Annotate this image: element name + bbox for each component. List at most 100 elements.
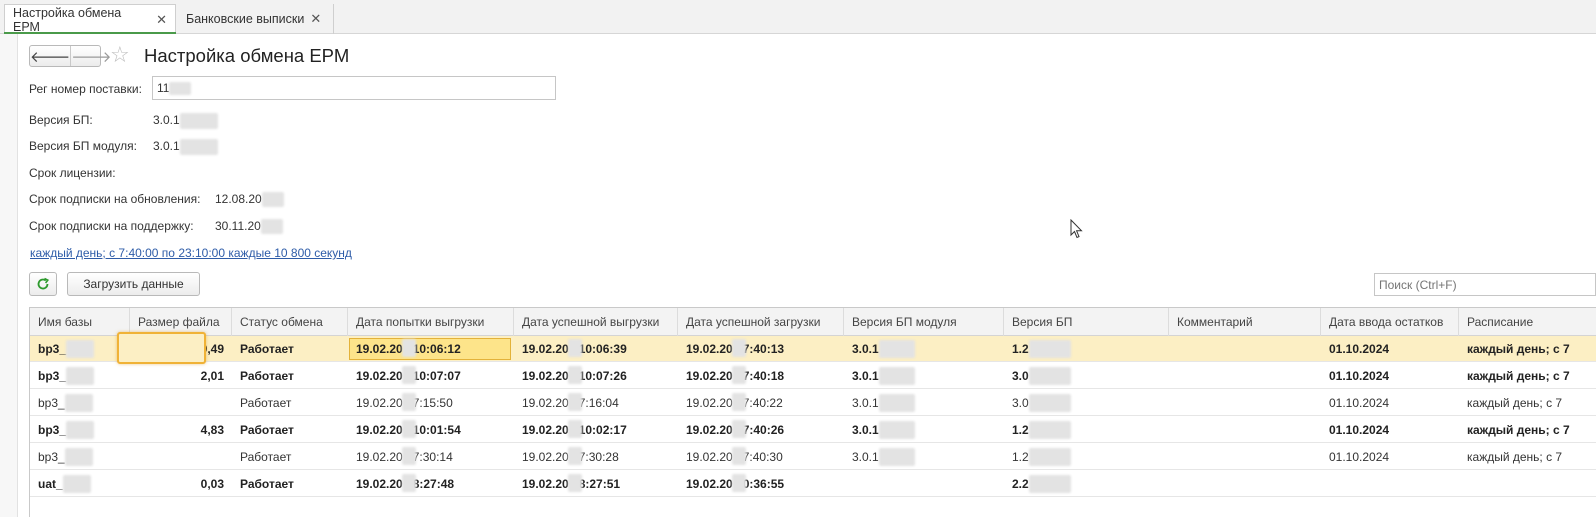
favorite-star-icon[interactable]: ☆ bbox=[110, 42, 130, 68]
table-cell[interactable]: Работает bbox=[232, 336, 348, 362]
table-row[interactable]: bp3_ 9,49 Работает 19.02.20 10:06:12 19.02.2… bbox=[30, 336, 1596, 362]
table-cell[interactable]: 0,03 bbox=[130, 471, 232, 497]
redacted-block bbox=[732, 474, 746, 492]
table-cell[interactable] bbox=[1169, 417, 1321, 443]
redacted-block bbox=[62, 475, 91, 493]
tab-bank-statements[interactable]: Банковские выписки ✕ bbox=[178, 4, 334, 34]
table-cell[interactable]: каждый день; с 7 bbox=[1459, 336, 1596, 362]
table-cell[interactable] bbox=[1169, 336, 1321, 362]
column-header[interactable]: Статус обмена bbox=[232, 308, 348, 336]
table-cell[interactable]: 19.02.20 8:27:48 bbox=[348, 471, 514, 497]
table-cell[interactable]: 01.10.2024 bbox=[1321, 390, 1459, 416]
search-input[interactable] bbox=[1374, 273, 1596, 296]
table-cell[interactable]: 19.02.20 7:30:14 bbox=[348, 444, 514, 470]
table-cell[interactable]: 01.10.2024 bbox=[1321, 363, 1459, 389]
column-header[interactable]: Дата успешной выгрузки bbox=[514, 308, 678, 336]
column-header[interactable]: Комментарий bbox=[1169, 308, 1321, 336]
column-header[interactable]: Дата попытки выгрузки bbox=[348, 308, 514, 336]
table-cell[interactable]: bp3_ bbox=[30, 444, 130, 470]
table-cell[interactable]: 3.0 bbox=[1004, 363, 1169, 389]
table-cell[interactable]: Работает bbox=[232, 444, 348, 470]
left-gutter bbox=[0, 34, 18, 517]
table-cell[interactable]: 1.2 bbox=[1004, 336, 1169, 362]
table-row[interactable]: bp3_ 4,83 Работает 19.02.20 10:01:54 19.02.2… bbox=[30, 417, 1596, 443]
tab-bar: Настройка обмена ЕРМ ✕ Банковские выписк… bbox=[0, 0, 1596, 34]
column-header[interactable]: Дата ввода остатков bbox=[1321, 308, 1459, 336]
bp-version-label: Версия БП: bbox=[29, 113, 93, 127]
table-cell[interactable] bbox=[1169, 363, 1321, 389]
table-cell[interactable]: bp3_ bbox=[30, 363, 130, 389]
table-cell[interactable]: 01.10.2024 bbox=[1321, 336, 1459, 362]
table-cell[interactable]: 19.02.20 7:40:26 bbox=[678, 417, 844, 443]
table-cell[interactable] bbox=[1169, 444, 1321, 470]
table-row[interactable]: bp3_ 2,01 Работает 19.02.20 10:07:07 19.02.2… bbox=[30, 363, 1596, 389]
table-cell[interactable]: 3.0.1 bbox=[844, 417, 1004, 443]
table-cell[interactable]: bp3_ bbox=[30, 336, 130, 362]
table-cell[interactable]: каждый день; с 7 bbox=[1459, 417, 1596, 443]
table-row[interactable]: uat_ 0,03 Работает 19.02.20 8:27:48 19.02.20… bbox=[30, 471, 1596, 497]
table-cell[interactable]: 19.02.20 7:40:22 bbox=[678, 390, 844, 416]
tab-erm-exchange-settings[interactable]: Настройка обмена ЕРМ ✕ bbox=[4, 4, 176, 34]
table-cell[interactable]: каждый день; с 7 bbox=[1459, 390, 1596, 416]
table-cell[interactable]: 01.10.2024 bbox=[1321, 417, 1459, 443]
table-row[interactable]: bp3_ Работает 19.02.20 7:30:14 19.02.20 7:3… bbox=[30, 444, 1596, 470]
table-cell[interactable]: 19.02.20 10:02:17 bbox=[514, 417, 678, 443]
table-cell[interactable]: Работает bbox=[232, 471, 348, 497]
redacted-block bbox=[66, 367, 95, 385]
table-cell[interactable]: 19.02.20 8:27:51 bbox=[514, 471, 678, 497]
table-cell[interactable]: 2.2 bbox=[1004, 471, 1169, 497]
table-cell[interactable] bbox=[1169, 471, 1321, 497]
table-cell[interactable] bbox=[130, 390, 232, 416]
load-data-button[interactable]: Загрузить данные bbox=[67, 272, 200, 296]
table-cell[interactable]: Работает bbox=[232, 363, 348, 389]
tab-label: Настройка обмена ЕРМ bbox=[13, 5, 122, 34]
table-cell[interactable]: Работает bbox=[232, 390, 348, 416]
table-cell[interactable]: 19.02.20 7:40:30 bbox=[678, 444, 844, 470]
table-cell[interactable]: 19.02.20 10:06:12 bbox=[348, 336, 514, 362]
table-cell[interactable]: 4,83 bbox=[130, 417, 232, 443]
schedule-link[interactable]: каждый день; с 7:40:00 по 23:10:00 кажды… bbox=[30, 246, 352, 260]
column-header[interactable]: Дата успешной загрузки bbox=[678, 308, 844, 336]
table-cell[interactable] bbox=[1321, 471, 1459, 497]
table-cell[interactable]: uat_ bbox=[30, 471, 130, 497]
table-row[interactable]: bp3_ Работает 19.02.20 7:15:50 19.02.20 7:1… bbox=[30, 390, 1596, 416]
table-cell[interactable] bbox=[130, 444, 232, 470]
column-header[interactable]: Версия БП bbox=[1004, 308, 1169, 336]
table-cell[interactable]: 19.02.20 7:40:13 bbox=[678, 336, 844, 362]
table-cell[interactable]: Работает bbox=[232, 417, 348, 443]
table-cell[interactable]: bp3_ bbox=[30, 417, 130, 443]
table-cell[interactable]: 3.0.1 bbox=[844, 363, 1004, 389]
column-header[interactable]: Версия БП модуля bbox=[844, 308, 1004, 336]
table-cell[interactable]: 19.02.20 10:01:54 bbox=[348, 417, 514, 443]
column-header[interactable]: Расписание bbox=[1459, 308, 1596, 336]
table-cell[interactable]: 01.10.2024 bbox=[1321, 444, 1459, 470]
table-cell[interactable]: 19.02.20 7:16:04 bbox=[514, 390, 678, 416]
table-cell[interactable]: 1.2 bbox=[1004, 444, 1169, 470]
table-cell[interactable]: 3.0.1 bbox=[844, 444, 1004, 470]
table-cell[interactable]: 19.02.20 0:36:55 bbox=[678, 471, 844, 497]
table-cell[interactable]: 1.2 bbox=[1004, 417, 1169, 443]
table-cell[interactable]: каждый день; с 7 bbox=[1459, 363, 1596, 389]
table-cell[interactable]: каждый день; с 7 bbox=[1459, 444, 1596, 470]
table-cell[interactable]: 3.0.1 bbox=[844, 336, 1004, 362]
table-cell[interactable]: 3.0.1 bbox=[844, 390, 1004, 416]
forward-arrow-icon[interactable]: 🡒 bbox=[70, 46, 111, 66]
close-icon[interactable]: ✕ bbox=[310, 11, 321, 27]
refresh-button[interactable] bbox=[29, 272, 57, 296]
table-cell[interactable] bbox=[1459, 471, 1596, 497]
table-cell[interactable]: 19.02.20 7:40:18 bbox=[678, 363, 844, 389]
table-cell[interactable]: 19.02.20 10:07:26 bbox=[514, 363, 678, 389]
column-header[interactable]: Имя базы bbox=[30, 308, 130, 336]
reg-number-field[interactable]: 11 bbox=[152, 76, 556, 100]
close-icon[interactable]: ✕ bbox=[156, 12, 167, 28]
table-cell[interactable]: bp3_ bbox=[30, 390, 130, 416]
table-cell[interactable] bbox=[1169, 390, 1321, 416]
table-cell[interactable]: 19.02.20 10:06:39 bbox=[514, 336, 678, 362]
back-arrow-icon[interactable]: 🡐 bbox=[30, 46, 70, 66]
table-cell[interactable]: 3.0 bbox=[1004, 390, 1169, 416]
table-cell[interactable]: 19.02.20 10:07:07 bbox=[348, 363, 514, 389]
table-cell[interactable]: 2,01 bbox=[130, 363, 232, 389]
table-cell[interactable]: 19.02.20 7:30:28 bbox=[514, 444, 678, 470]
table-cell[interactable]: 19.02.20 7:15:50 bbox=[348, 390, 514, 416]
table-cell[interactable] bbox=[844, 471, 1004, 497]
